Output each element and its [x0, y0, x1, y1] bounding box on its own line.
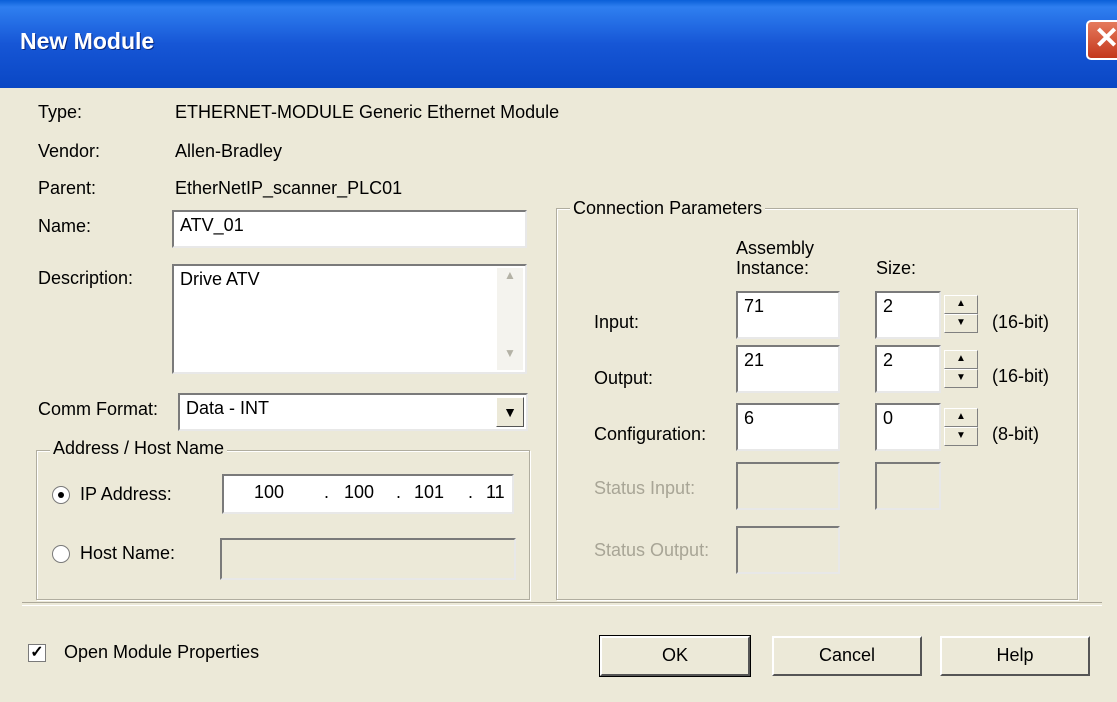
configuration-instance-field[interactable]: 6	[736, 403, 840, 451]
connection-group-title: Connection Parameters	[570, 198, 766, 219]
name-input[interactable]: ATV_01	[172, 210, 527, 248]
close-button[interactable]: ✕	[1086, 20, 1117, 60]
host-name-radio[interactable]	[52, 545, 70, 563]
ip-octet-4: 11	[486, 482, 505, 502]
new-module-dialog: New Module ✕ Type: ETHERNET-MODULE Gener…	[0, 0, 1117, 702]
vendor-value: Allen-Bradley	[175, 141, 283, 161]
input-label: Input:	[594, 312, 640, 332]
ip-dot: .	[324, 482, 330, 502]
host-name-label: Host Name:	[80, 543, 176, 563]
name-label: Name:	[38, 216, 92, 236]
description-label: Description:	[38, 268, 134, 288]
status-input-instance-field[interactable]	[736, 462, 840, 510]
ip-octet-3: 101	[414, 482, 445, 502]
spin-down-icon[interactable]: ▼	[944, 369, 978, 388]
status-output-label: Status Output:	[594, 540, 710, 560]
type-label: Type:	[38, 102, 83, 122]
spin-up-icon[interactable]: ▲	[944, 408, 978, 427]
input-size-spinner[interactable]: ▲ ▼	[944, 295, 982, 335]
title-bar[interactable]: New Module ✕	[0, 0, 1117, 88]
status-output-instance-field[interactable]	[736, 526, 840, 574]
input-size-unit: (16-bit)	[992, 312, 1050, 332]
spin-up-icon[interactable]: ▲	[944, 350, 978, 369]
close-icon: ✕	[1094, 22, 1117, 55]
scroll-up-icon[interactable]: ▲	[497, 268, 523, 292]
description-text: Drive ATV	[180, 269, 260, 289]
comm-format-select[interactable]: Data - INT ▼	[178, 393, 528, 431]
scroll-down-icon[interactable]: ▼	[497, 346, 523, 370]
spin-down-icon[interactable]: ▼	[944, 427, 978, 446]
spin-up-icon[interactable]: ▲	[944, 295, 978, 314]
assembly-header: Assembly	[736, 238, 815, 258]
configuration-size-spinner[interactable]: ▲ ▼	[944, 408, 982, 448]
open-module-properties-checkbox[interactable]: ✓	[28, 644, 46, 662]
ip-octet-2: 100	[344, 482, 375, 502]
help-button[interactable]: Help	[940, 636, 1090, 676]
description-scrollbar[interactable]: ▲ ▼	[497, 268, 523, 370]
comm-format-value: Data - INT	[186, 398, 270, 418]
ip-octet-1: 100	[254, 482, 285, 502]
comm-format-label: Comm Format:	[38, 399, 159, 419]
ip-address-radio[interactable]	[52, 486, 70, 504]
type-value: ETHERNET-MODULE Generic Ethernet Module	[175, 102, 560, 122]
ip-dot: .	[396, 482, 402, 502]
ip-address-label: IP Address:	[80, 484, 172, 504]
open-module-properties-label: Open Module Properties	[64, 642, 260, 662]
ip-address-input[interactable]: 100 . 100 . 101 . 11	[222, 474, 514, 514]
instance-header: Instance:	[736, 258, 810, 278]
status-input-label: Status Input:	[594, 478, 696, 498]
cancel-button[interactable]: Cancel	[772, 636, 922, 676]
input-size-field[interactable]: 2	[875, 291, 941, 339]
parent-value: EtherNetIP_scanner_PLC01	[175, 178, 403, 198]
output-instance-field[interactable]: 21	[736, 345, 840, 393]
configuration-label: Configuration:	[594, 424, 707, 444]
spin-down-icon[interactable]: ▼	[944, 314, 978, 333]
window-title: New Module	[20, 28, 155, 54]
address-group-title: Address / Host Name	[50, 438, 228, 459]
configuration-size-unit: (8-bit)	[992, 424, 1040, 444]
footer-separator	[22, 602, 1102, 606]
vendor-label: Vendor:	[38, 141, 101, 161]
output-label: Output:	[594, 368, 654, 388]
status-input-size-field[interactable]	[875, 462, 941, 510]
checkmark-icon: ✓	[30, 644, 44, 661]
output-size-spinner[interactable]: ▲ ▼	[944, 350, 982, 390]
description-textarea[interactable]: Drive ATV ▲ ▼	[172, 264, 527, 374]
output-size-field[interactable]: 2	[875, 345, 941, 393]
ip-dot: .	[468, 482, 474, 502]
size-header: Size:	[876, 258, 917, 278]
ok-button[interactable]: OK	[599, 635, 751, 677]
configuration-size-field[interactable]: 0	[875, 403, 941, 451]
output-size-unit: (16-bit)	[992, 366, 1050, 386]
host-name-input[interactable]	[220, 538, 516, 580]
chevron-down-icon[interactable]: ▼	[496, 397, 524, 427]
input-instance-field[interactable]: 71	[736, 291, 840, 339]
parent-label: Parent:	[38, 178, 97, 198]
